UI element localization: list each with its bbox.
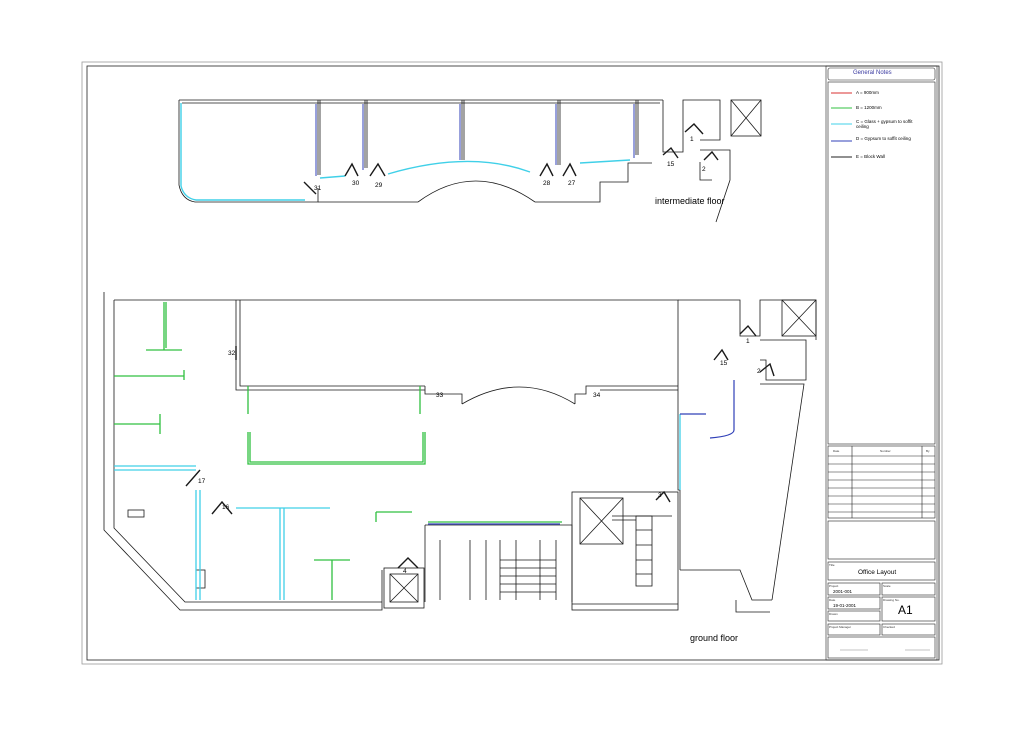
ground-partitions-b bbox=[114, 302, 562, 600]
ground-arc bbox=[461, 386, 576, 405]
revision-header-by: By bbox=[926, 449, 930, 453]
drawing-title: Office Layout bbox=[858, 569, 897, 576]
door-number-32: 32 bbox=[228, 350, 236, 357]
checked-label: Checked bbox=[883, 625, 895, 629]
ground-east-wing bbox=[678, 299, 817, 340]
drawn-label: Drawn bbox=[829, 612, 838, 616]
door-number-4: 4 bbox=[403, 568, 407, 575]
door-number-31: 31 bbox=[314, 185, 322, 192]
ground-doors bbox=[185, 324, 775, 569]
door-number-2: 2 bbox=[702, 166, 706, 173]
door-number-3: 3 bbox=[658, 492, 662, 499]
legend-item-e: E = Block Wall bbox=[856, 154, 885, 159]
date-label: Date bbox=[829, 598, 836, 602]
ground-partitions-d bbox=[428, 380, 735, 525]
legend-item-b: B = 1200mm bbox=[856, 105, 882, 110]
door-number-15: 15 bbox=[667, 161, 675, 168]
door-number-17: 17 bbox=[198, 478, 206, 485]
project-number: 2001-001 bbox=[833, 589, 853, 594]
upper-arc bbox=[417, 180, 536, 203]
revision-header-date: Date bbox=[833, 449, 840, 453]
drawing-sheet: 31 30 29 28 27 15 1 2 32 33 34 1 15 2 17… bbox=[0, 0, 1024, 726]
door-number-30: 30 bbox=[352, 180, 360, 187]
door-number-1b: 1 bbox=[746, 338, 750, 345]
general-notes-title: General Notes bbox=[853, 70, 892, 76]
legend-item-a: A = 900mm bbox=[856, 90, 879, 95]
upper-gypsum-partitions bbox=[315, 104, 635, 176]
upper-west-wall bbox=[178, 100, 319, 203]
legend-item-c: C = Glass + gypsum to soffit ceiling bbox=[856, 119, 913, 129]
upper-door-numbers: 31 30 29 28 27 15 1 2 bbox=[314, 136, 706, 192]
door-number-16: 16 bbox=[222, 504, 230, 511]
ground-floor-label: ground floor bbox=[690, 633, 739, 643]
scale-label: Scale bbox=[883, 584, 891, 588]
project-label: Project bbox=[829, 584, 839, 588]
door-number-2b: 2 bbox=[757, 368, 761, 375]
project-manager-label: Project Manager bbox=[829, 625, 852, 629]
drawing-date: 19-01-2001 bbox=[833, 603, 857, 608]
door-number-15b: 15 bbox=[720, 360, 728, 367]
drawing-number-label: Drawing No. bbox=[883, 598, 900, 602]
sheet-outer-border bbox=[81, 61, 943, 665]
door-number-33: 33 bbox=[436, 392, 444, 399]
revision-header-number: Number bbox=[880, 449, 891, 453]
ground-void-west bbox=[235, 300, 425, 391]
door-number-27: 27 bbox=[568, 180, 576, 187]
ground-partitions-c bbox=[114, 414, 681, 600]
door-number-34: 34 bbox=[593, 392, 601, 399]
legend-swatches bbox=[831, 92, 852, 158]
ground-west-wall bbox=[103, 292, 383, 611]
ground-floor-plan bbox=[103, 292, 817, 613]
door-number-29: 29 bbox=[375, 182, 383, 189]
sheet-inner-border bbox=[86, 65, 940, 661]
door-number-1: 1 bbox=[690, 136, 694, 143]
upper-glass-partitions bbox=[180, 103, 631, 201]
legend-item-d: D = Gypsum to soffit ceiling bbox=[856, 136, 911, 141]
intermediate-floor-label: intermediate floor bbox=[655, 196, 725, 206]
upper-doors bbox=[303, 123, 719, 195]
ground-door-numbers: 32 33 34 1 15 2 17 16 3 4 bbox=[198, 338, 761, 575]
ground-stair-core bbox=[571, 491, 679, 611]
drawing-number: A1 bbox=[898, 603, 913, 617]
title-label: Title bbox=[829, 563, 835, 567]
door-number-28: 28 bbox=[543, 180, 551, 187]
